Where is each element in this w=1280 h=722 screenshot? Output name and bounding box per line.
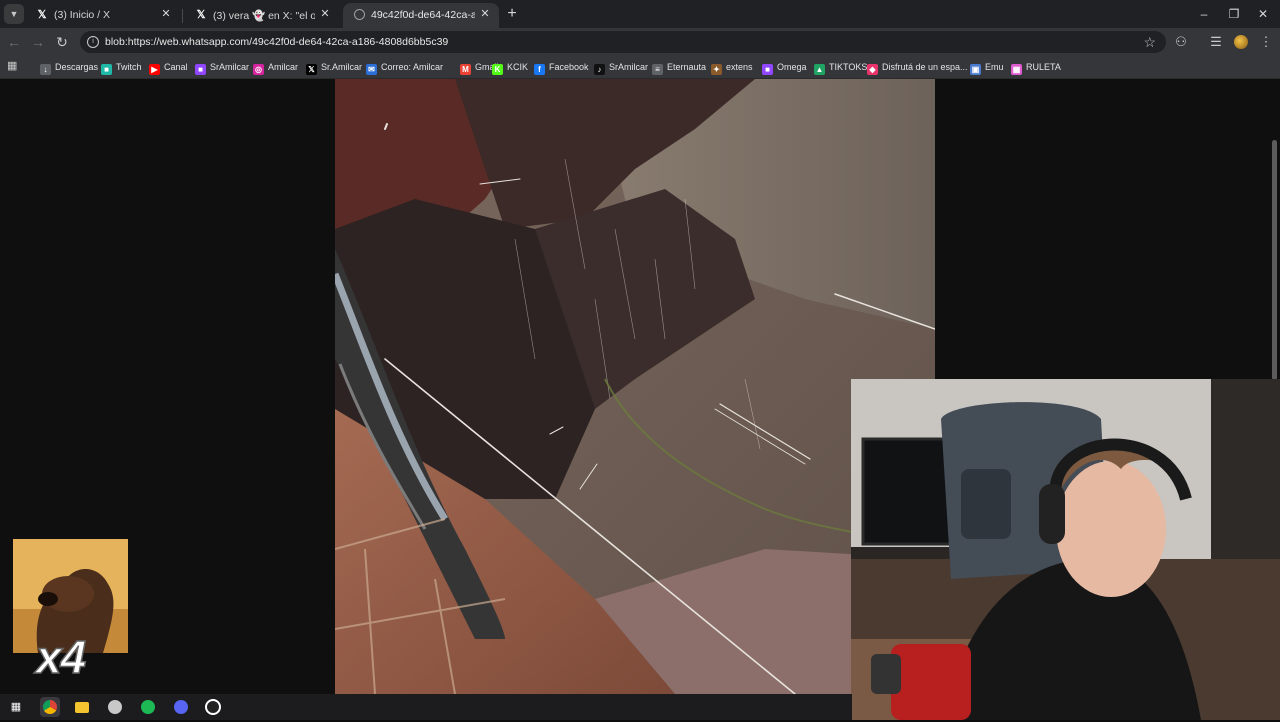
tab-title: (3) vera 👻 en X: "el otro día ton bbox=[213, 10, 315, 22]
bookmark-label: SrAmilcar bbox=[210, 62, 250, 72]
bookmark-item[interactable]: ▣ Emu bbox=[970, 59, 1004, 75]
bookmark-item[interactable]: ≡ Eternauta bbox=[652, 59, 706, 75]
bookmark-label: Canal bbox=[164, 62, 188, 72]
bookmark-label: Amilcar bbox=[268, 62, 299, 72]
scrollbar[interactable] bbox=[1272, 140, 1277, 380]
twitch-icon: ■ bbox=[101, 64, 112, 75]
bookmark-label: RULETA bbox=[1026, 62, 1061, 72]
twitch-icon: ■ bbox=[195, 64, 206, 75]
new-tab-button[interactable]: + bbox=[503, 5, 521, 23]
bookmarks-bar: ▦ ↓ Descargas ■ Twitch ▶ Canal ■ SrAmilcar ◎ Amil… bbox=[0, 56, 1280, 79]
document-icon: ≡ bbox=[652, 64, 663, 75]
instagram-icon: ◎ bbox=[253, 64, 264, 75]
bookmark-label: Sr.Amilcar bbox=[321, 62, 363, 72]
address-bar[interactable]: i blob:https://web.whatsapp.com/49c42f0d… bbox=[80, 31, 1166, 53]
webcam-overlay bbox=[851, 379, 1280, 720]
extension-icon: ✦ bbox=[711, 64, 722, 75]
tab-vera-x[interactable]: 𝕏 (3) vera 👻 en X: "el otro día ton ✕ bbox=[185, 3, 339, 28]
tiktok-icon: ♪ bbox=[594, 64, 605, 75]
bookmark-label: Descargas bbox=[55, 62, 99, 72]
minimize-button[interactable]: – bbox=[1187, 0, 1221, 28]
bookmark-label: extens bbox=[726, 62, 753, 72]
tab-title: (3) Inicio / X bbox=[54, 9, 111, 21]
bookmark-star-icon[interactable]: ☆ bbox=[1143, 33, 1156, 51]
x-icon: 𝕏 bbox=[196, 9, 206, 21]
emu-icon: ▣ bbox=[970, 64, 981, 75]
app-icon[interactable] bbox=[105, 697, 125, 717]
apps-grid-icon[interactable]: ▦ bbox=[7, 60, 19, 72]
download-icon: ↓ bbox=[40, 64, 51, 75]
bookmark-label: Disfrutá de un espa... bbox=[882, 62, 968, 72]
file-explorer-icon[interactable] bbox=[72, 697, 92, 717]
address-url: blob:https://web.whatsapp.com/49c42f0d-d… bbox=[105, 36, 449, 48]
bookmark-label: Eternauta bbox=[667, 62, 707, 72]
bookmark-item[interactable]: ◆ Disfrutá de un espa... bbox=[867, 59, 968, 75]
extensions-icon[interactable]: ⚇ bbox=[1172, 33, 1190, 51]
bookmark-label: Omega bbox=[777, 62, 807, 72]
bookmark-item[interactable]: ■ Twitch bbox=[101, 59, 142, 75]
bookmark-item[interactable]: ✦ extens bbox=[711, 59, 753, 75]
tab-search-button[interactable]: ▼ bbox=[4, 4, 24, 24]
bookmark-item[interactable]: ↓ Descargas bbox=[40, 59, 98, 75]
mail-icon: ✉ bbox=[366, 64, 377, 75]
forward-button[interactable]: → bbox=[28, 32, 48, 52]
bookmark-label: KCIK bbox=[507, 62, 529, 72]
app-icon: ◆ bbox=[867, 64, 878, 75]
car-scratch-photo bbox=[335, 79, 935, 694]
multiplier-badge: x4 bbox=[35, 630, 87, 684]
bookmark-item[interactable]: ▲ TIKTOKS bbox=[814, 59, 867, 75]
x-icon: 𝕏 bbox=[306, 64, 317, 75]
roulette-icon: ▦ bbox=[1011, 64, 1022, 75]
bookmark-label: SrAmilcar bbox=[609, 62, 649, 72]
bookmark-label: Twitch bbox=[116, 62, 142, 72]
bookmark-item[interactable]: K KCIK bbox=[492, 59, 528, 75]
bookmark-label: Emu bbox=[985, 62, 1004, 72]
taskbar: ▦ bbox=[0, 694, 852, 720]
facebook-icon: f bbox=[534, 64, 545, 75]
obs-icon[interactable] bbox=[203, 697, 223, 717]
profile-avatar[interactable] bbox=[1234, 35, 1248, 49]
tab-whatsapp-blob[interactable]: 49c42f0d-de64-42ca-a186-480 ✕ bbox=[343, 3, 499, 28]
chrome-icon[interactable] bbox=[40, 697, 60, 717]
spotify-icon[interactable] bbox=[138, 697, 158, 717]
windows-start-icon[interactable]: ▦ bbox=[6, 697, 26, 717]
bookmark-item[interactable]: ✉ Correo: Amilcar bbox=[366, 59, 443, 75]
back-button[interactable]: ← bbox=[4, 32, 24, 52]
tab-strip: ▼ 𝕏 (3) Inicio / X ✕ 𝕏 (3) vera 👻 en X: … bbox=[0, 0, 1280, 28]
bookmark-label: TIKTOKS bbox=[829, 62, 868, 72]
youtube-icon: ▶ bbox=[149, 64, 160, 75]
x-icon: 𝕏 bbox=[37, 9, 47, 21]
media-controls-icon[interactable]: ☰ bbox=[1207, 33, 1225, 51]
tab-separator bbox=[182, 9, 183, 23]
bookmark-item[interactable]: ▦ RULETA bbox=[1011, 59, 1061, 75]
bookmark-label: Facebook bbox=[549, 62, 589, 72]
tab-inicio-x[interactable]: 𝕏 (3) Inicio / X ✕ bbox=[26, 3, 180, 28]
discord-icon[interactable] bbox=[171, 697, 191, 717]
gmail-icon: M bbox=[460, 64, 471, 75]
close-icon[interactable]: ✕ bbox=[478, 7, 492, 21]
bookmark-item[interactable]: ■ SrAmilcar bbox=[195, 59, 249, 75]
bookmark-label: Correo: Amilcar bbox=[381, 62, 444, 72]
reload-button[interactable]: ↻ bbox=[52, 32, 72, 52]
bookmark-item[interactable]: f Facebook bbox=[534, 59, 589, 75]
drive-icon: ▲ bbox=[814, 64, 825, 75]
kick-icon: K bbox=[492, 64, 503, 75]
window-close-button[interactable]: ✕ bbox=[1246, 0, 1280, 28]
twitch-icon: ■ bbox=[762, 64, 773, 75]
bookmark-item[interactable]: ◎ Amilcar bbox=[253, 59, 298, 75]
bookmark-item[interactable]: ■ Omega bbox=[762, 59, 807, 75]
bookmark-item[interactable]: ♪ SrAmilcar bbox=[594, 59, 648, 75]
site-info-icon[interactable]: i bbox=[87, 36, 99, 48]
bookmark-item[interactable]: ▶ Canal bbox=[149, 59, 188, 75]
close-icon[interactable]: ✕ bbox=[159, 7, 173, 21]
globe-icon bbox=[354, 9, 365, 20]
menu-icon[interactable]: ⋮ bbox=[1257, 33, 1275, 51]
close-icon[interactable]: ✕ bbox=[318, 7, 332, 21]
tab-title: 49c42f0d-de64-42ca-a186-480 bbox=[371, 9, 475, 21]
browser-toolbar: ← → ↻ i blob:https://web.whatsapp.com/49… bbox=[0, 28, 1280, 56]
bookmark-item[interactable]: 𝕏 Sr.Amilcar bbox=[306, 59, 362, 75]
